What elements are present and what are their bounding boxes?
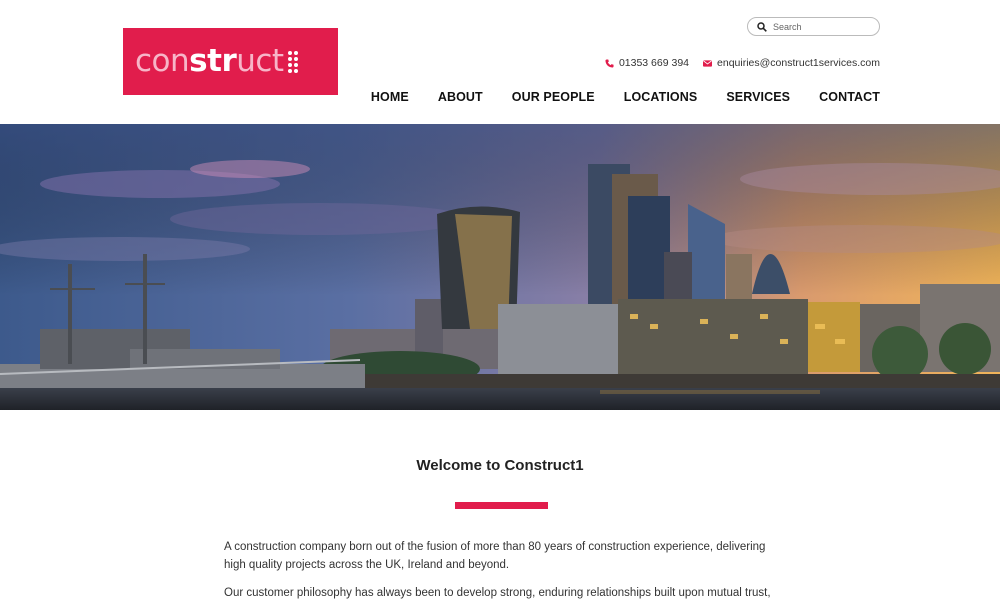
search-icon [757, 21, 767, 32]
email-address: enquiries@construct1services.com [717, 57, 880, 69]
logo-text-uct: uct [236, 43, 284, 79]
phone-icon [605, 58, 614, 68]
phone-contact[interactable]: 01353 669 394 [605, 57, 689, 69]
page-title: Welcome to Construct1 [416, 457, 584, 474]
nav-item-locations[interactable]: LOCATIONS [624, 90, 698, 104]
nav-item-about[interactable]: ABOUT [438, 90, 483, 104]
philosophy-paragraph: Our customer philosophy has always been … [224, 587, 771, 599]
phone-number: 01353 669 394 [618, 57, 690, 69]
city-skyline-image [0, 124, 1000, 410]
envelope-icon [703, 59, 713, 67]
brand-logo[interactable]: construct [123, 28, 338, 95]
search-input[interactable] [773, 21, 868, 32]
email-contact[interactable]: enquiries@construct1services.com [703, 57, 880, 69]
contact-line: 01353 669 394 enquiries@construct1servic… [605, 57, 880, 69]
logo-text-con: con [135, 43, 190, 79]
intro-paragraph: A construction company born out of the f… [224, 541, 766, 571]
search-box[interactable] [747, 17, 880, 36]
nav-item-our-people[interactable]: OUR PEOPLE [512, 90, 595, 104]
nav-item-home[interactable]: HOME [371, 90, 409, 104]
main-navigation: HOME ABOUT OUR PEOPLE LOCATIONS SERVICES… [371, 90, 880, 104]
main-content: Welcome to Construct1 A construction com… [0, 410, 1000, 600]
nav-item-services[interactable]: SERVICES [726, 90, 790, 104]
logo-wordmark: construct [135, 46, 284, 77]
logo-dots-icon [287, 50, 298, 73]
site-header: construct 01353 669 394 enquiries@constr… [0, 0, 1000, 124]
nav-item-contact[interactable]: CONTACT [819, 90, 880, 104]
logo-text-str: str [189, 43, 237, 79]
hero-banner [0, 124, 1000, 410]
title-underline [455, 502, 548, 509]
